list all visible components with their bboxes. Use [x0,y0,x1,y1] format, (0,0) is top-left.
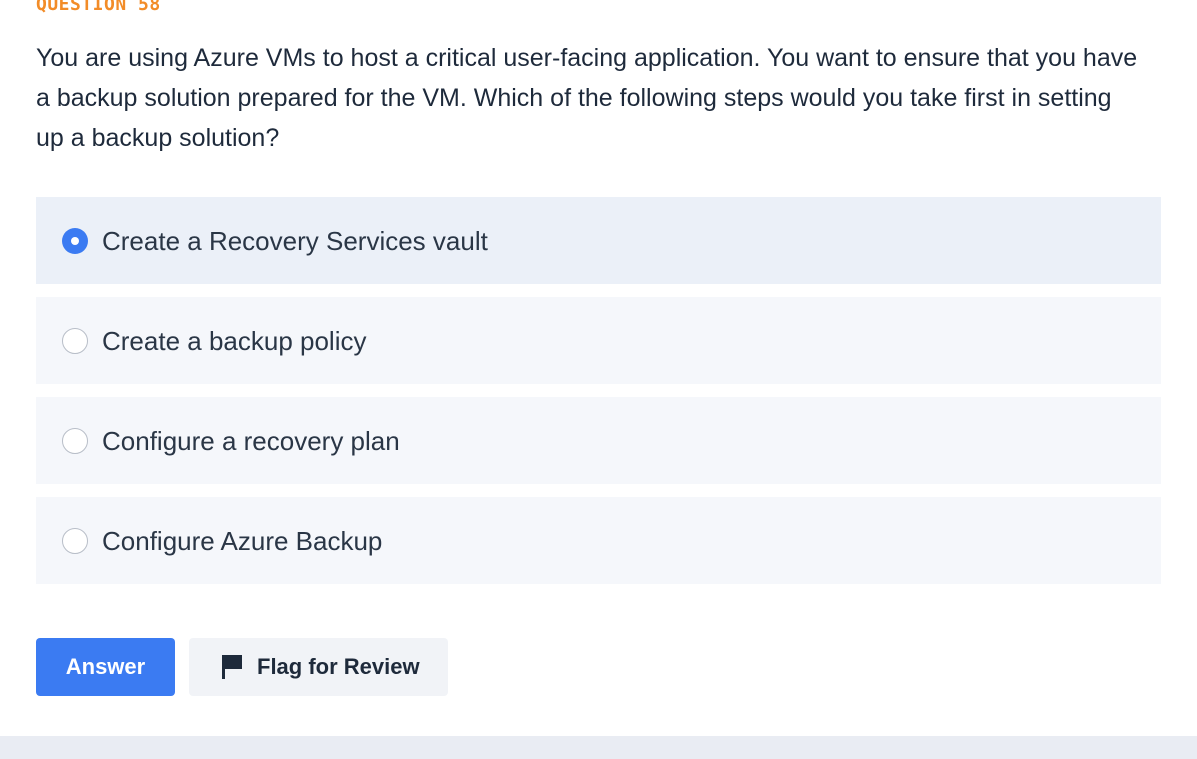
radio-button-selected[interactable] [62,227,88,254]
answer-options: Create a Recovery Services vault Create … [36,197,1161,597]
flag-for-review-button[interactable]: Flag for Review [189,638,448,696]
option-create-backup-policy[interactable]: Create a backup policy [36,297,1161,384]
option-label: Create a Recovery Services vault [102,225,488,256]
radio-button[interactable] [62,427,88,454]
option-label: Configure a recovery plan [102,425,400,456]
option-label: Create a backup policy [102,325,367,356]
question-card: QUESTION 58 You are using Azure VMs to h… [0,0,1197,736]
action-bar: Answer Flag for Review [36,638,448,696]
flag-for-review-label: Flag for Review [257,654,420,679]
option-label: Configure Azure Backup [102,525,383,556]
radio-button[interactable] [62,527,88,554]
option-configure-azure-backup[interactable]: Configure Azure Backup [36,497,1161,584]
option-create-recovery-services-vault[interactable]: Create a Recovery Services vault [36,197,1161,284]
option-configure-recovery-plan[interactable]: Configure a recovery plan [36,397,1161,484]
question-number: QUESTION 58 [36,0,161,15]
question-text: You are using Azure VMs to host a critic… [36,44,1138,152]
radio-button[interactable] [62,327,88,354]
answer-button[interactable]: Answer [36,638,175,696]
page-footer-divider [0,736,1197,759]
flag-icon [221,654,243,680]
